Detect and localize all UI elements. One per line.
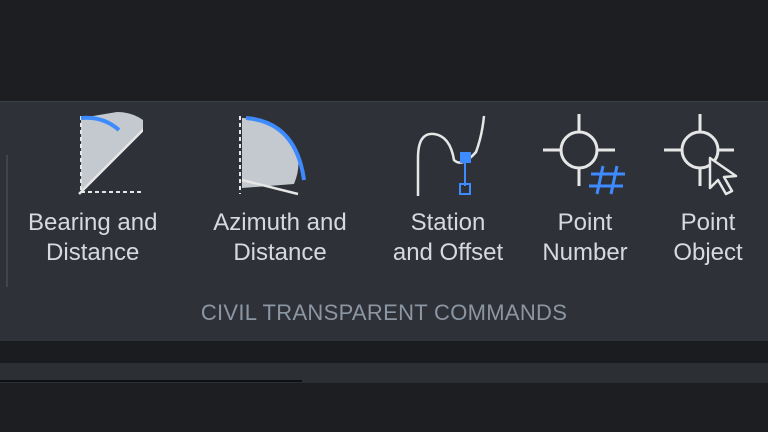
tool-label-line1: Azimuth and	[213, 209, 347, 236]
point-object-label: Point Object	[673, 208, 742, 268]
tool-label-line1: Point	[680, 209, 736, 236]
tool-label-line2: Distance	[46, 239, 140, 266]
top-band	[0, 0, 768, 101]
point-object-button[interactable]: Point Object	[660, 108, 756, 268]
bottom-area	[0, 383, 768, 432]
station-offset-icon	[416, 115, 486, 196]
tool-label-line2: and Offset	[392, 239, 504, 266]
panel-title: CIVIL TRANSPARENT COMMANDS	[200, 300, 568, 325]
point-object-icon	[664, 114, 738, 196]
panel-divider	[6, 155, 8, 287]
tool-label-line1: Bearing and	[28, 209, 158, 236]
bearing-and-distance-button[interactable]: Bearing and Distance	[28, 108, 157, 268]
tool-label-line2: Number	[542, 239, 628, 266]
station-and-offset-label: Station and Offset	[393, 208, 503, 268]
azimuth-and-distance-label: Azimuth and Distance	[213, 208, 346, 268]
tool-label-line1: Point	[557, 209, 613, 236]
canvas-area	[0, 341, 768, 363]
point-number-icon	[543, 114, 625, 195]
station-and-offset-button[interactable]: Station and Offset	[382, 108, 514, 268]
tool-label-line1: Station	[410, 209, 486, 236]
status-divider	[0, 380, 302, 382]
point-number-label: Point Number	[542, 208, 627, 268]
tool-label-line2: Object	[673, 239, 743, 266]
tool-label-line2: Distance	[233, 239, 327, 266]
bearing-distance-icon	[77, 112, 143, 195]
bearing-and-distance-label: Bearing and Distance	[28, 208, 157, 268]
azimuth-and-distance-button[interactable]: Azimuth and Distance	[200, 108, 360, 268]
point-number-button[interactable]: Point Number	[535, 108, 635, 268]
azimuth-distance-icon	[239, 116, 306, 196]
